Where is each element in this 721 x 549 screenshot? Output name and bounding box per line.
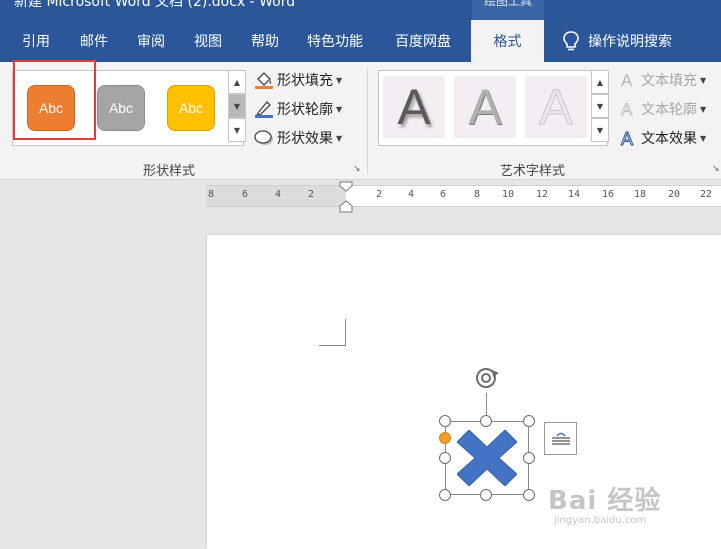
wordart-gallery-scroll: ▲ ▼ ▼ (591, 70, 609, 142)
ribbon-tab-bar: 引用 邮件 审阅 视图 帮助 特色功能 百度网盘 格式 操作说明搜索 (0, 20, 721, 62)
tab-review[interactable]: 审阅 (137, 20, 165, 62)
ruler-tick: 20 (668, 189, 681, 200)
wordart-style-shadow[interactable]: A (383, 76, 445, 138)
shape-outline-button[interactable]: 形状轮廓 ▼ (254, 97, 342, 121)
group-divider (367, 68, 368, 174)
text-outline-icon: A (618, 99, 638, 120)
wordart-more-button[interactable]: ▼ (591, 118, 609, 142)
ribbon: Abc Abc Abc ▲ ▼ ▼ 形状填充 ▼ 形状轮廓 ▼ 形状效果 ▼ 形状样式… (0, 60, 721, 180)
text-effects-button[interactable]: A 文本效果 ▼ (618, 126, 707, 150)
ruler-tick: 10 (502, 189, 515, 200)
wordart-style-light-outline[interactable]: A (525, 76, 587, 138)
chevron-down-icon: ▼ (336, 104, 343, 114)
shape-style-gold[interactable]: Abc (167, 85, 215, 131)
tell-me-label: 操作说明搜索 (588, 34, 672, 50)
svg-text:A: A (621, 129, 633, 148)
shape-outline-label: 形状轮廓 (277, 102, 333, 118)
resize-handle-bottom-left[interactable] (439, 489, 451, 501)
shape-styles-group-label: 形状样式 (143, 164, 196, 179)
margin-corner-mark (345, 319, 346, 345)
chevron-down-icon: ▼ (700, 104, 707, 114)
watermark-logo-text: Bai 经验 (548, 486, 662, 516)
gallery-more-button[interactable]: ▼ (228, 118, 246, 142)
margin-corner-mark (319, 345, 346, 346)
resize-handle-top-left[interactable] (439, 415, 451, 427)
wordart-scroll-up-button[interactable]: ▲ (591, 70, 609, 94)
ruler-tick: 8 (474, 189, 481, 200)
chevron-down-icon: ▼ (700, 133, 707, 143)
gallery-scroll-down-button[interactable]: ▼ (228, 94, 246, 118)
adjustment-handle[interactable] (439, 432, 451, 444)
shape-effects-button[interactable]: 形状效果 ▼ (254, 126, 342, 150)
tab-references[interactable]: 引用 (22, 20, 50, 62)
svg-text:A: A (621, 71, 633, 90)
window-title: 新建 Microsoft Word 文档 (2).docx - Word (14, 0, 296, 10)
resize-handle-top-right[interactable] (523, 415, 535, 427)
tab-format[interactable]: 格式 (471, 20, 544, 62)
tab-help[interactable]: 帮助 (251, 20, 279, 62)
gallery-scroll-up-button[interactable]: ▲ (228, 70, 246, 94)
horizontal-ruler[interactable]: 8 6 4 2 2 4 6 8 10 12 14 16 18 20 22 (206, 185, 721, 207)
ruler-tick: 4 (275, 189, 282, 200)
ruler-tick: 2 (308, 189, 315, 200)
resize-handle-bottom-right[interactable] (523, 489, 535, 501)
tab-view[interactable]: 视图 (194, 20, 222, 62)
resize-handle-left[interactable] (439, 452, 451, 464)
text-effects-label: 文本效果 (641, 131, 697, 147)
svg-text:A: A (621, 100, 633, 119)
rotate-handle-icon[interactable] (472, 364, 502, 392)
text-outline-button[interactable]: A 文本轮廓 ▼ (618, 97, 707, 121)
ruler-tick: 18 (634, 189, 647, 200)
title-bar: 新建 Microsoft Word 文档 (2).docx - Word 绘图工… (0, 0, 721, 20)
resize-handle-right[interactable] (523, 452, 535, 464)
text-fill-button[interactable]: A 文本填充 ▼ (618, 68, 706, 92)
ruler-tick: 16 (602, 189, 615, 200)
baidu-watermark: Bai 经验 jingyan.baidu.com (548, 480, 661, 526)
tab-special-features[interactable]: 特色功能 (307, 20, 363, 62)
shape-gallery-scroll: ▲ ▼ ▼ (228, 70, 246, 142)
selection-highlight-frame (13, 60, 96, 140)
text-outline-label: 文本轮廓 (641, 102, 697, 118)
cross-shape[interactable] (457, 430, 517, 486)
ruler-tick: 6 (242, 189, 249, 200)
wordart-styles-group-label: 艺术字样式 (500, 164, 566, 179)
ruler-tick: 8 (208, 189, 215, 200)
chevron-down-icon: ▼ (336, 75, 343, 85)
ruler-tick: 12 (536, 189, 549, 200)
chevron-down-icon: ▼ (336, 133, 343, 143)
watermark-url: jingyan.baidu.com (554, 515, 647, 526)
tell-me-search[interactable]: 操作说明搜索 (562, 20, 672, 62)
wordart-scroll-down-button[interactable]: ▼ (591, 94, 609, 118)
drawing-tools-header: 绘图工具 (472, 0, 544, 20)
layout-options-button[interactable] (544, 422, 577, 455)
text-effects-icon: A (618, 128, 638, 150)
resize-handle-bottom[interactable] (480, 489, 492, 501)
text-fill-label: 文本填充 (641, 73, 697, 89)
indent-marker[interactable] (339, 181, 353, 213)
shape-fill-button[interactable]: 形状填充 ▼ (254, 68, 342, 92)
wordart-dialog-launcher[interactable]: ↘ (712, 164, 721, 174)
shape-effects-label: 形状效果 (277, 131, 333, 147)
rotate-connector (486, 393, 487, 415)
shape-fill-label: 形状填充 (277, 73, 333, 89)
resize-handle-top[interactable] (480, 415, 492, 427)
ruler-tick: 14 (568, 189, 581, 200)
pencil-outline-icon (254, 99, 274, 119)
ruler-tick: 2 (376, 189, 383, 200)
shape-effects-icon (254, 128, 274, 148)
shape-style-gray[interactable]: Abc (97, 85, 145, 131)
tab-baidu-netdisk[interactable]: 百度网盘 (395, 20, 451, 62)
layout-options-icon (551, 432, 570, 445)
ruler-tick: 6 (440, 189, 447, 200)
ruler-tick: 4 (408, 189, 415, 200)
tab-mailings[interactable]: 邮件 (80, 20, 108, 62)
paint-bucket-icon (254, 70, 274, 90)
ruler-tick: 22 (700, 189, 713, 200)
wordart-style-gradient[interactable]: A (454, 76, 516, 138)
lightbulb-icon (563, 31, 579, 51)
text-fill-icon: A (618, 70, 638, 90)
chevron-down-icon: ▼ (700, 75, 707, 85)
shape-styles-dialog-launcher[interactable]: ↘ (353, 164, 363, 174)
